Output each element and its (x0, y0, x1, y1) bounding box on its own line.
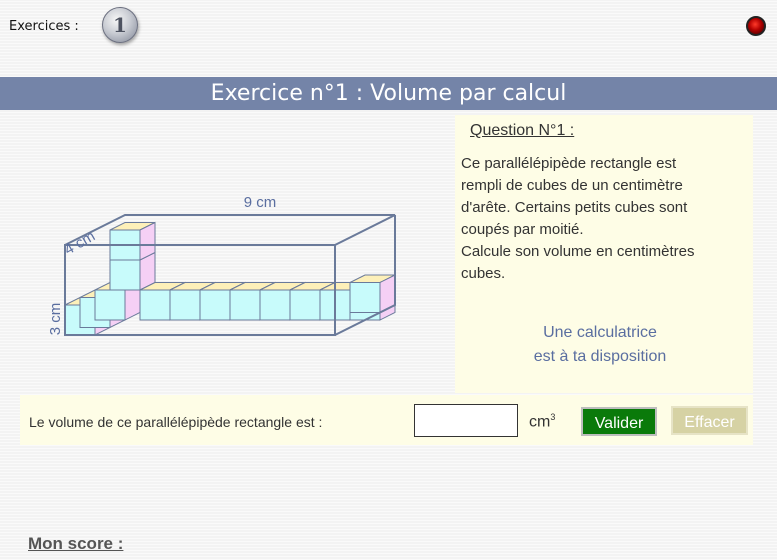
validate-button[interactable]: Valider (581, 407, 657, 436)
question-title: Question N°1 : (470, 122, 575, 139)
question-line: Calcule son volume en centimètres (461, 243, 695, 260)
answer-bar: Le volume de ce parallélépipède rectangl… (20, 395, 753, 445)
calculator-line: Une calculatrice (543, 324, 657, 341)
question-line: d'arête. Certains petits cubes sont (461, 199, 688, 216)
height-label: 3 cm (47, 303, 64, 336)
cube-front (109, 259, 141, 291)
cube-front (229, 289, 261, 321)
question-line: cubes. (461, 265, 506, 282)
clear-button[interactable]: Effacer (671, 406, 748, 435)
question-panel: Question N°1 : Ce parallélépipède rectan… (455, 115, 753, 393)
calculator-line: est à ta disposition (533, 348, 667, 365)
score-label: Mon score : (28, 534, 124, 553)
cube-front (289, 289, 321, 321)
page-title: Exercice n°1 : Volume par calcul (0, 77, 777, 110)
cube-front (199, 289, 231, 321)
question-text: Ce parallélépipède rectangle est rempli … (461, 153, 743, 285)
unit-label: cm3 (529, 412, 555, 431)
volume-answer-input[interactable] (414, 404, 518, 437)
cuboid-diagram: 9 cm 4 cm 3 cm (47, 194, 396, 336)
calculator-note: Une calculatrice est à ta disposition (455, 321, 745, 369)
cube-front (94, 289, 126, 321)
answer-label: Le volume de ce parallélépipède rectangl… (29, 414, 323, 430)
top-bar: Exercices : 1 (0, 0, 777, 56)
question-line: coupés par moitié. (461, 221, 584, 238)
cube-front (349, 282, 381, 313)
question-line: rempli de cubes de un centimètre (461, 177, 683, 194)
cube-front (169, 289, 201, 321)
unit-text: cm (529, 413, 551, 431)
length-label: 9 cm (244, 194, 277, 211)
cube-front (139, 289, 171, 321)
exercise-number-button[interactable]: 1 (102, 7, 138, 43)
close-icon[interactable] (746, 16, 766, 36)
cube-front (259, 289, 291, 321)
unit-exponent: 3 (550, 412, 556, 422)
question-line: Ce parallélépipède rectangle est (461, 155, 677, 172)
exercises-label: Exercices : (9, 19, 79, 34)
